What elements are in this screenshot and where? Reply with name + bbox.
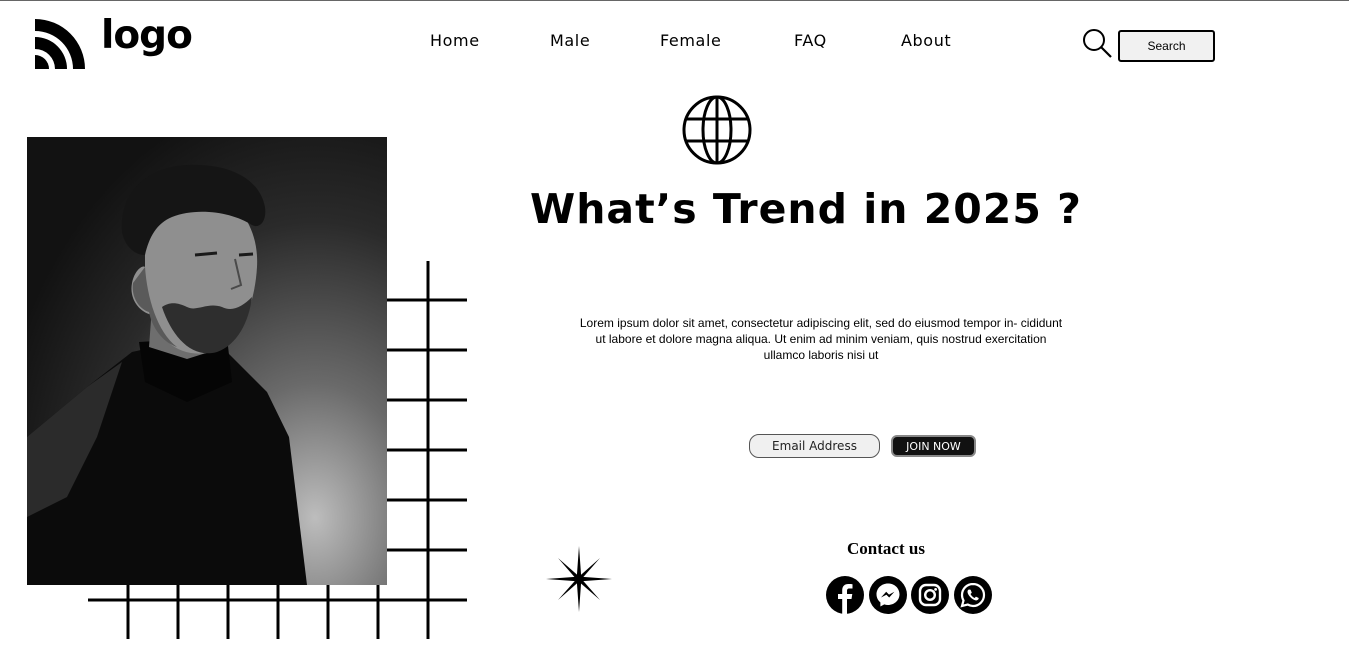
- logo-text[interactable]: logo: [101, 13, 193, 58]
- join-now-button[interactable]: JOIN NOW: [891, 435, 976, 457]
- portrait-figure: [27, 164, 307, 585]
- search-button[interactable]: Search: [1118, 30, 1215, 62]
- hero-headline: What’s Trend in 2025 ?: [530, 185, 1082, 233]
- portrait-photo: [27, 137, 387, 585]
- nav-faq[interactable]: FAQ: [794, 31, 827, 50]
- whatsapp-icon[interactable]: [954, 576, 992, 614]
- logo-icon: [35, 19, 85, 69]
- nav-home[interactable]: Home: [430, 31, 480, 50]
- facebook-icon[interactable]: [826, 576, 864, 614]
- sparkle-icon: [546, 546, 612, 612]
- contact-heading: Contact us: [847, 539, 925, 558]
- nav-female[interactable]: Female: [660, 31, 721, 50]
- hero-description: Lorem ipsum dolor sit amet, consectetur …: [579, 316, 1063, 362]
- globe-icon: [682, 95, 752, 165]
- nav-male[interactable]: Male: [550, 31, 590, 50]
- nav-about[interactable]: About: [901, 31, 951, 50]
- messenger-icon[interactable]: [869, 576, 907, 614]
- search-icon[interactable]: [1081, 27, 1113, 59]
- email-input[interactable]: [749, 434, 880, 458]
- instagram-icon[interactable]: [911, 576, 949, 614]
